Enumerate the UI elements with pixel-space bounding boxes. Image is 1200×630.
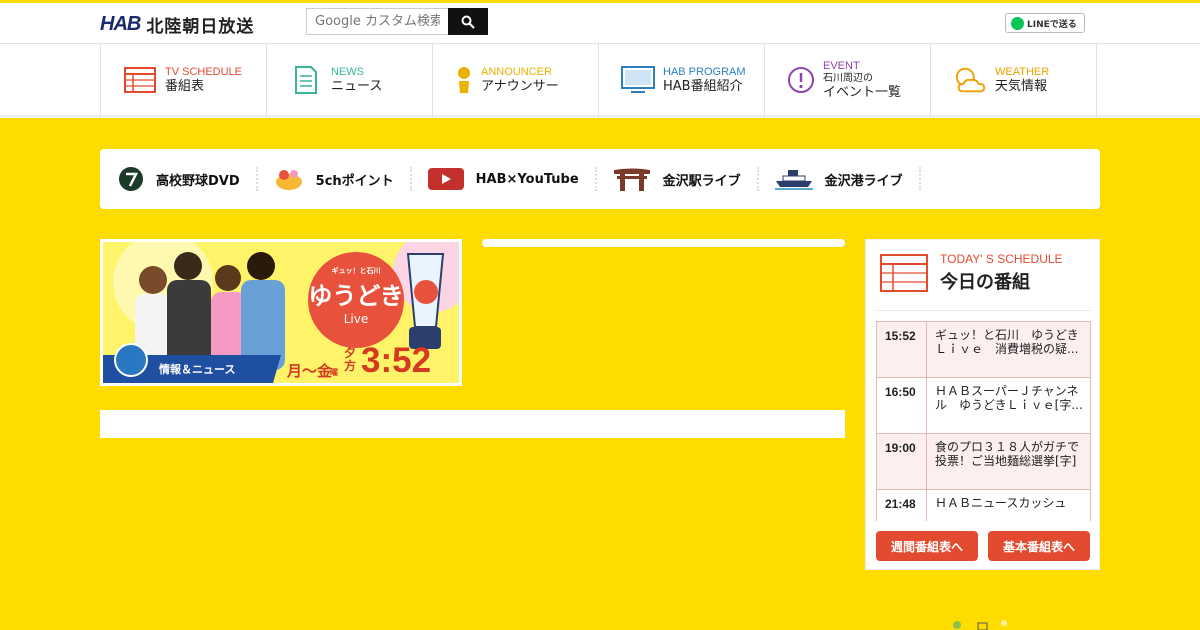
logo-name: 北陸朝日放送 — [146, 17, 255, 37]
kanazawa-station-icon — [613, 168, 650, 191]
nav-label-ja: HAB番組紹介 — [663, 78, 743, 94]
content-placeholder-block — [100, 410, 845, 438]
nav-event[interactable]: EVENT 石川周辺の イベント一覧 — [765, 44, 931, 116]
banner-title: ゆうどき — [308, 282, 404, 310]
weather-icon — [955, 67, 986, 93]
youtube-icon — [427, 168, 464, 190]
banner-ribbon: 情報＆ニュース — [159, 363, 236, 376]
nav-hab-program[interactable]: HAB PROGRAM HAB番組紹介 — [599, 44, 765, 116]
content-placeholder-bar — [482, 239, 845, 247]
nav-tv-schedule[interactable]: TV SCHEDULE 番組表 — [101, 44, 267, 116]
nav-label-ja: イベント一覧 — [823, 84, 902, 100]
quick-link-kanazawa-station[interactable]: 金沢駅ライブ — [613, 167, 759, 191]
nav-label-en: WEATHER — [995, 65, 1050, 78]
schedule-time: 15:52 — [877, 322, 927, 377]
nav-label-ja: 番組表 — [165, 78, 205, 94]
quick-link-label: HAB×YouTube — [475, 171, 579, 187]
nav-label-en: ANNOUNCER — [481, 65, 552, 78]
quick-link-kanazawa-port[interactable]: 金沢港ライブ — [774, 167, 921, 191]
logo-mark: HAB — [100, 13, 141, 35]
quick-link-label: 高校野球DVD — [156, 173, 240, 189]
banner-evening: 夕方 — [344, 346, 357, 373]
line-icon — [1011, 16, 1024, 30]
quick-link-label: 金沢駅ライブ — [662, 173, 741, 189]
main-nav: TV SCHEDULE 番組表 NEWS ニュース ANNOUNCER アナウン… — [0, 43, 1200, 118]
top-bar: HAB 北陸朝日放送 LINEで送る — [0, 0, 1200, 43]
nav-label-ja-small: 石川周辺の — [823, 72, 873, 84]
carousel-dots[interactable] — [952, 620, 1012, 630]
schedule-time: 16:50 — [877, 378, 927, 433]
schedule-row[interactable]: 19:00 食のプロ３１８人がガチで投票！ご当地麺総選挙[字] — [876, 434, 1091, 490]
schedule-title-ja: 今日の番組 — [940, 272, 1030, 293]
banner-days: 月～金 — [287, 362, 333, 380]
banner-time: 3:52 — [361, 341, 432, 380]
divider — [876, 310, 1091, 311]
schedule-time: 21:48 — [877, 490, 927, 521]
banner-tagline: ギュッ！と石川 — [331, 267, 381, 275]
nav-label-ja: 天気情報 — [995, 78, 1048, 94]
schedule-program: ＨＡＢスーパーＪチャンネル ゆうどきＬｉｖｅ[字... — [935, 384, 1083, 412]
line-share-button[interactable]: LINEで送る — [1005, 13, 1085, 33]
banner-title-sub: Live — [343, 312, 369, 326]
schedule-time: 19:00 — [877, 434, 927, 489]
kanazawa-port-icon — [774, 170, 813, 190]
schedule-program: ＨＡＢニュースカッシュ — [935, 496, 1067, 510]
nav-label-en: EVENT — [823, 59, 860, 72]
quick-link-baseball-dvd[interactable]: 高校野球DVD — [118, 167, 258, 191]
banner-days-suffix: 曜 — [330, 368, 338, 377]
tv-monitor-icon — [621, 66, 655, 93]
baseball-dvd-icon — [119, 167, 143, 191]
search-box — [306, 8, 488, 35]
quick-link-label: 金沢港ライブ — [824, 173, 903, 189]
program-banner[interactable]: ギュッ！と石川 ゆうどき Live 情報＆ニュース 月～金 曜 夕方 3:52 — [100, 239, 462, 386]
line-share-label: LINEで送る — [1027, 19, 1077, 30]
search-input[interactable] — [306, 8, 448, 35]
schedule-row[interactable]: 21:48 ＨＡＢニュースカッシュ — [876, 490, 1091, 521]
schedule-title-en: TODAY' S SCHEDULE — [940, 252, 1063, 266]
nav-label-ja: アナウンサー — [481, 78, 559, 94]
schedule-icon — [880, 254, 928, 292]
weekly-schedule-button[interactable]: 週間番組表へ — [876, 531, 978, 561]
nav-announcer[interactable]: ANNOUNCER アナウンサー — [433, 44, 599, 116]
site-logo[interactable]: HAB 北陸朝日放送 — [100, 12, 254, 37]
news-icon — [295, 66, 317, 94]
schedule-list[interactable]: 15:52 ギュッ！と石川 ゆうどきＬｉｖｅ 消費増税の疑... 16:50 Ｈ… — [876, 321, 1091, 521]
nav-label-en: NEWS — [331, 65, 364, 78]
search-button[interactable] — [448, 8, 488, 35]
schedule-program: 食のプロ３１８人がガチで投票！ご当地麺総選挙[字] — [935, 440, 1080, 468]
schedule-program: ギュッ！と石川 ゆうどきＬｉｖｅ 消費増税の疑... — [935, 328, 1079, 356]
nav-weather[interactable]: WEATHER 天気情報 — [931, 44, 1097, 116]
quick-link-5ch-point[interactable]: 5chポイント — [274, 167, 412, 191]
search-icon — [461, 15, 475, 29]
quick-link-label: 5chポイント — [315, 173, 394, 189]
nav-news[interactable]: NEWS ニュース — [267, 44, 433, 116]
tv-schedule-icon — [124, 67, 156, 93]
basic-schedule-button[interactable]: 基本番組表へ — [988, 531, 1090, 561]
schedule-row[interactable]: 16:50 ＨＡＢスーパーＪチャンネル ゆうどきＬｉｖｅ[字... — [876, 378, 1091, 434]
nav-label-ja: ニュース — [331, 78, 383, 94]
nav-label-en: HAB PROGRAM — [663, 65, 746, 78]
event-icon — [788, 67, 814, 93]
nav-label-en: TV SCHEDULE — [165, 65, 243, 78]
quick-link-youtube[interactable]: HAB×YouTube — [427, 167, 597, 191]
quick-links: 高校野球DVD 5chポイント HAB×YouTube 金沢駅ライブ 金沢港ライ… — [100, 149, 1100, 209]
announcer-icon — [458, 67, 470, 93]
schedule-row[interactable]: 15:52 ギュッ！と石川 ゆうどきＬｉｖｅ 消費増税の疑... — [876, 322, 1091, 378]
point-icon — [275, 170, 302, 190]
todays-schedule: TODAY' S SCHEDULE 今日の番組 15:52 ギュッ！と石川 ゆう… — [865, 239, 1100, 570]
